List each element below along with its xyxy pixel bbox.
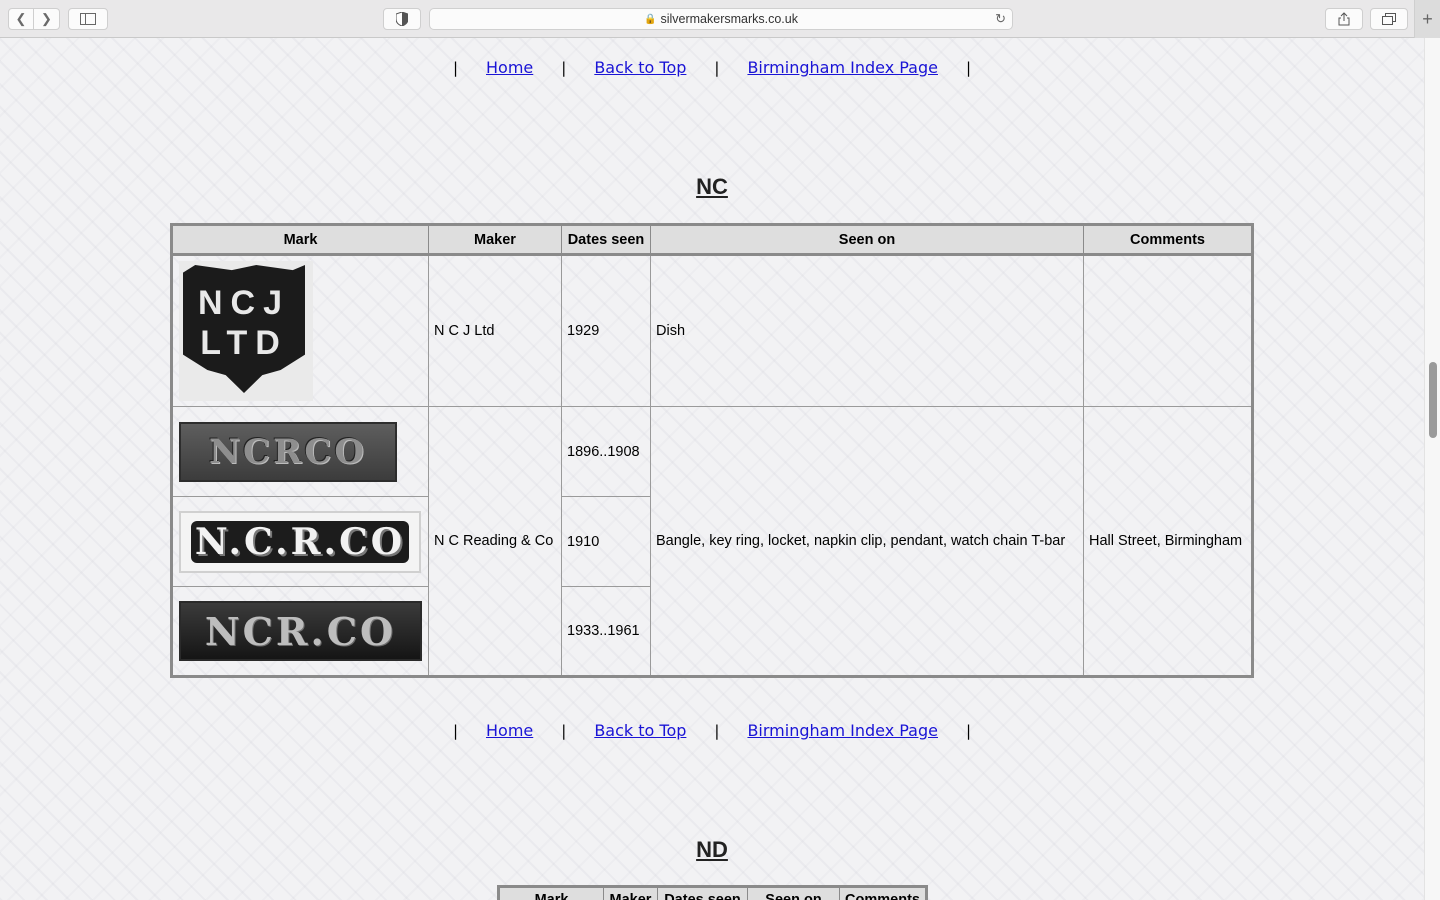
mark-stamp-text: NCJ LTD: [183, 265, 305, 393]
maker-cell: N C Reading & Co: [428, 406, 562, 677]
nav-separator: |: [714, 58, 720, 77]
nav-separator: |: [561, 58, 567, 77]
lock-icon: 🔒: [644, 13, 657, 25]
new-tab-button[interactable]: +: [1414, 0, 1440, 38]
nav-separator: |: [561, 721, 567, 740]
table-header-row: Mark Maker Dates seen Seen on Comments: [171, 224, 1253, 256]
back-button[interactable]: ❮: [8, 8, 34, 30]
table-row: NCRCO N C Reading & Co 1896..1908 Bangle…: [171, 406, 1253, 677]
chevron-right-icon: ❯: [41, 11, 52, 26]
col-maker: Maker: [604, 888, 658, 900]
reload-icon[interactable]: ↻: [995, 11, 1006, 27]
nc-marks-table: Mark Maker Dates seen Seen on Comments N…: [170, 223, 1254, 678]
tabs-overview-button[interactable]: [1370, 8, 1408, 30]
comments-cell: [1083, 254, 1253, 407]
share-icon: [1338, 12, 1350, 26]
url-text: silvermakersmarks.co.uk: [660, 12, 798, 26]
tabs-icon: [1382, 13, 1396, 25]
section-heading-nc: NC: [696, 174, 728, 199]
mark-stamp-text: N.C.R.CO: [190, 520, 410, 563]
nav-separator: |: [452, 721, 458, 740]
nav-separator: |: [965, 58, 972, 77]
dates-cell: 1896..1908: [561, 406, 651, 497]
mark-image-ncrco: NCRCO: [179, 421, 397, 482]
nav-separator: |: [965, 721, 972, 740]
seen-on-cell: Dish: [650, 254, 1084, 407]
vertical-scrollbar[interactable]: [1424, 38, 1440, 900]
nav-separator: |: [714, 721, 720, 740]
birmingham-index-link[interactable]: Birmingham Index Page: [747, 721, 938, 740]
seen-on-cell: Bangle, key ring, locket, napkin clip, p…: [650, 406, 1084, 677]
shield-icon: [396, 12, 408, 26]
back-to-top-link[interactable]: Back to Top: [594, 58, 686, 77]
nav-separator: |: [452, 58, 458, 77]
history-nav: ❮ ❯: [8, 8, 60, 30]
col-mark: Mark: [171, 224, 429, 256]
mark-image-ncrco-dotted: N.C.R.CO: [179, 510, 421, 573]
address-bar[interactable]: 🔒 silvermakersmarks.co.uk ↻: [429, 8, 1013, 30]
mark-cell: N.C.R.CO: [171, 496, 429, 587]
chevron-left-icon: ❮: [15, 11, 27, 26]
col-seen-on: Seen on: [748, 888, 840, 900]
privacy-shield-button[interactable]: [383, 8, 421, 30]
sidebar-toggle-button[interactable]: [68, 8, 108, 30]
dates-cell: 1933..1961: [561, 586, 651, 677]
mark-image-ncr-co: NCR.CO: [179, 601, 422, 661]
page-content: | Home | Back to Top | Birmingham Index …: [0, 38, 1424, 900]
dates-cell: 1929: [561, 254, 651, 407]
col-mark: Mark: [500, 888, 604, 900]
top-nav: | Home | Back to Top | Birmingham Index …: [0, 58, 1424, 77]
dates-cell: 1910: [561, 496, 651, 587]
nd-marks-table-header: Mark Maker Dates seen Seen on Comments: [497, 885, 928, 900]
home-link[interactable]: Home: [486, 721, 533, 740]
col-dates-seen: Dates seen: [561, 224, 651, 256]
birmingham-index-link[interactable]: Birmingham Index Page: [747, 58, 938, 77]
mark-image-ncj-ltd: NCJ LTD: [179, 261, 313, 401]
col-comments: Comments: [845, 892, 920, 900]
forward-button[interactable]: ❯: [34, 8, 60, 30]
col-comments: Comments: [1083, 224, 1253, 256]
sidebar-icon: [80, 13, 96, 25]
home-link[interactable]: Home: [486, 58, 533, 77]
mark-cell: NCJ LTD: [171, 254, 429, 407]
table-row: NCJ LTD N C J Ltd 1929 Dish: [171, 254, 1253, 407]
scrollbar-thumb[interactable]: [1429, 362, 1437, 438]
col-dates-seen: Dates seen: [658, 888, 748, 900]
comments-cell: Hall Street, Birmingham: [1083, 406, 1253, 677]
mark-cell: NCRCO: [171, 406, 429, 497]
col-maker: Maker: [428, 224, 562, 256]
share-button[interactable]: [1325, 8, 1363, 30]
bottom-nav: | Home | Back to Top | Birmingham Index …: [0, 721, 1424, 740]
maker-cell: N C J Ltd: [428, 254, 562, 407]
mark-cell: NCR.CO: [171, 586, 429, 677]
browser-toolbar: ❮ ❯ 🔒 silvermakersmarks.co.uk ↻ +: [0, 0, 1440, 38]
section-heading-nd: ND: [696, 837, 728, 862]
col-seen-on: Seen on: [650, 224, 1084, 256]
back-to-top-link[interactable]: Back to Top: [594, 721, 686, 740]
